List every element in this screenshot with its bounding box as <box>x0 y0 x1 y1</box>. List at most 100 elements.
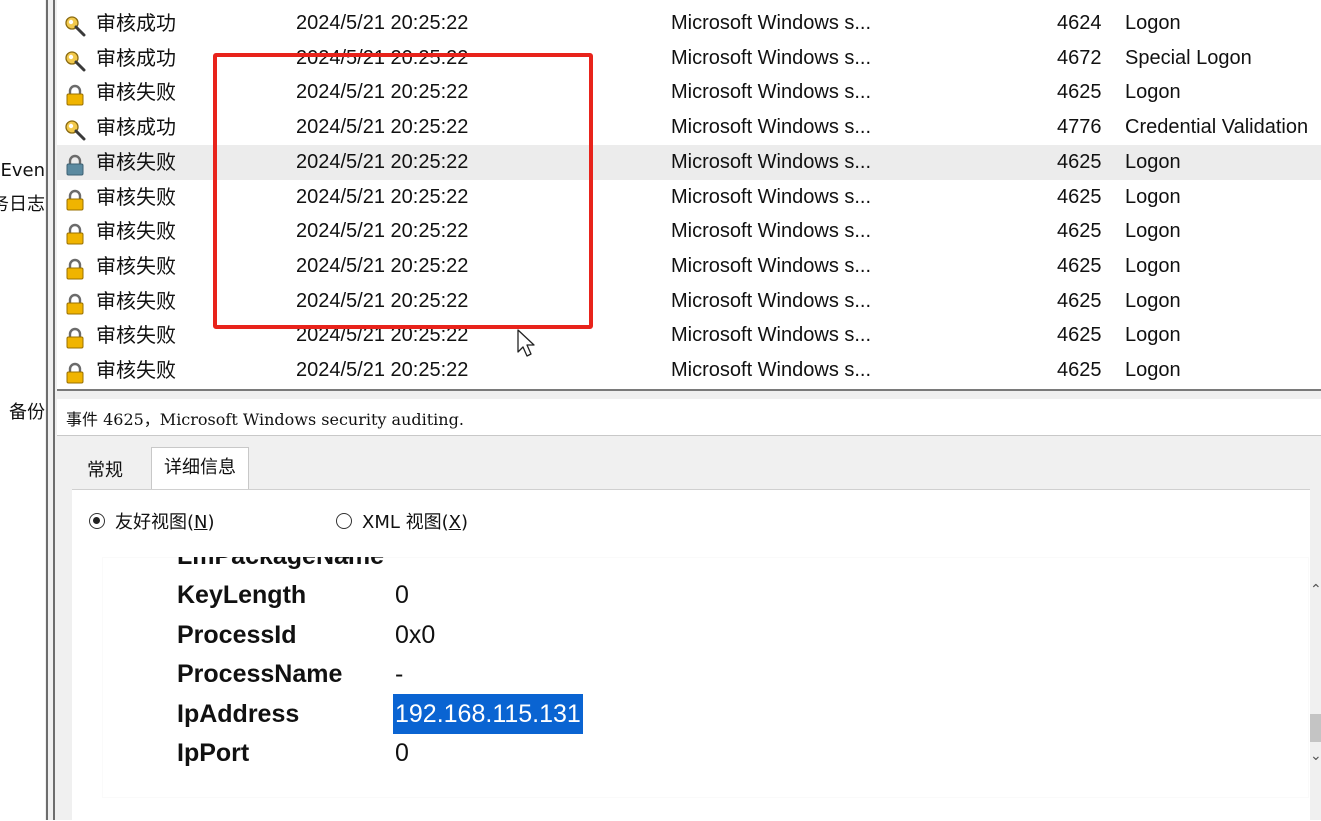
field-name: IpPort <box>177 739 250 767</box>
task-category-cell: Logon <box>1125 289 1181 312</box>
key-icon <box>64 13 86 37</box>
mouse-cursor-icon <box>517 329 535 357</box>
event-row[interactable]: 审核失败 2024/5/21 20:25:22 Microsoft Windows … <box>57 284 1321 319</box>
date-cell: 2024/5/21 20:25:22 <box>296 81 469 104</box>
event-detail-pane: 事件 4625，Microsoft Windows security audit… <box>57 399 1321 821</box>
nav-item[interactable]: Even <box>0 160 45 181</box>
date-cell: 2024/5/21 20:25:22 <box>296 185 469 208</box>
radio-checked-icon <box>89 513 105 529</box>
field-value[interactable]: - <box>395 654 403 694</box>
event-id-cell: 4672 <box>1057 46 1102 69</box>
event-id-cell: 4625 <box>1057 185 1102 208</box>
field-value[interactable]: 0 <box>395 575 409 615</box>
source-cell: Microsoft Windows s... <box>671 46 872 69</box>
tab-details[interactable]: 详细信息 <box>151 447 249 490</box>
detail-title: 事件 4625，Microsoft Windows security audit… <box>66 410 464 429</box>
event-row[interactable]: 审核失败 2024/5/21 20:25:22 Microsoft Windows … <box>57 318 1321 353</box>
keyword-cell: 审核失败 <box>96 149 176 174</box>
detail-header: 事件 4625，Microsoft Windows security audit… <box>57 399 1321 436</box>
key-icon <box>64 48 86 72</box>
date-cell: 2024/5/21 20:25:22 <box>296 220 469 243</box>
field-name: ProcessId <box>177 620 297 649</box>
radio-unchecked-icon <box>336 513 352 529</box>
event-row[interactable]: 审核成功 2024/5/21 20:25:22 Microsoft Windows … <box>57 110 1321 145</box>
event-id-cell: 4624 <box>1057 12 1102 34</box>
lock-icon <box>64 291 86 315</box>
task-category-cell: Credential Validation <box>1125 116 1309 139</box>
event-row[interactable]: 审核失败 2024/5/21 20:25:22 Microsoft Windows … <box>57 214 1321 249</box>
lock-icon <box>64 325 86 349</box>
key-icon <box>64 117 86 141</box>
field-name: ProcessName <box>177 660 343 688</box>
scroll-up-icon[interactable]: ⌃ <box>1310 581 1321 599</box>
lock-icon <box>64 82 86 106</box>
task-category-cell: Logon <box>1125 12 1181 34</box>
date-cell: 2024/5/21 20:25:22 <box>296 359 469 381</box>
keyword-cell: 审核成功 <box>96 115 176 140</box>
event-row[interactable]: 审核成功 2024/5/21 20:25:22 Microsoft Windows … <box>57 41 1321 76</box>
event-id-cell: 4625 <box>1057 220 1102 243</box>
details-tab-body: 友好视图(N) XML 视图(X) LmPackageName - KeyLen… <box>72 489 1321 821</box>
event-id-cell: 4625 <box>1057 359 1102 381</box>
source-cell: Microsoft Windows s... <box>671 254 872 277</box>
event-row[interactable]: 审核成功 2024/5/21 20:25:22 Microsoft Windows … <box>57 6 1321 41</box>
lock-icon <box>64 187 86 210</box>
event-list[interactable]: 审核成功 2024/5/21 20:25:22 Microsoft Windows … <box>57 0 1321 389</box>
keyword-cell: 审核成功 <box>96 45 176 70</box>
task-category-cell: Logon <box>1125 185 1181 208</box>
tab-general[interactable]: 常规 <box>75 451 135 491</box>
source-cell: Microsoft Windows s... <box>671 12 872 34</box>
date-cell: 2024/5/21 20:25:22 <box>296 46 469 69</box>
keyword-cell: 审核成功 <box>96 11 176 35</box>
task-category-cell: Logon <box>1125 324 1181 347</box>
event-id-cell: 4776 <box>1057 116 1102 139</box>
nav-item[interactable]: 备份 <box>9 398 45 424</box>
task-category-cell: Logon <box>1125 359 1181 381</box>
scroll-down-icon[interactable]: ⌄ <box>1310 747 1321 765</box>
event-row[interactable]: 审核失败 2024/5/21 20:25:22 Microsoft Windows … <box>57 353 1321 388</box>
date-cell: 2024/5/21 20:25:22 <box>296 324 469 347</box>
keyword-cell: 审核失败 <box>96 288 176 313</box>
keyword-cell: 审核失败 <box>96 80 176 105</box>
left-navigation-panel: Even 务日志 备份 <box>0 0 45 820</box>
event-id-cell: 4625 <box>1057 254 1102 277</box>
task-category-cell: Logon <box>1125 150 1181 173</box>
field-name: KeyLength <box>177 581 307 609</box>
event-id-cell: 4625 <box>1057 324 1102 347</box>
event-data-view[interactable]: LmPackageName - KeyLength0ProcessId0x0Pr… <box>102 557 1309 798</box>
event-row[interactable]: 审核失败 2024/5/21 20:25:22 Microsoft Windows … <box>57 75 1321 110</box>
vertical-splitter[interactable] <box>45 0 57 820</box>
scrollbar-thumb[interactable] <box>1310 714 1321 742</box>
keyword-cell: 审核失败 <box>96 253 176 278</box>
selected-field-value[interactable]: 192.168.115.131 <box>393 693 583 734</box>
event-row[interactable]: 审核失败 2024/5/21 20:25:22 Microsoft Windows … <box>57 249 1321 284</box>
source-cell: Microsoft Windows s... <box>671 185 872 208</box>
task-category-cell: Logon <box>1125 81 1181 104</box>
keyword-cell: 审核失败 <box>96 358 176 382</box>
source-cell: Microsoft Windows s... <box>671 289 872 312</box>
detail-scrollbar[interactable]: ⌃ ⌄ <box>1310 489 1321 820</box>
task-category-cell: Logon <box>1125 254 1181 277</box>
source-cell: Microsoft Windows s... <box>671 324 872 347</box>
task-category-cell: Logon <box>1125 220 1181 243</box>
event-id-cell: 4625 <box>1057 289 1102 312</box>
date-cell: 2024/5/21 20:25:22 <box>296 12 469 34</box>
task-category-cell: Special Logon <box>1125 46 1252 69</box>
event-row[interactable]: 审核失败 2024/5/21 20:25:22 Microsoft Windows … <box>57 144 1321 180</box>
date-cell: 2024/5/21 20:25:22 <box>296 254 469 277</box>
field-value[interactable]: 0x0 <box>395 615 435 655</box>
lock-icon <box>64 360 86 384</box>
source-cell: Microsoft Windows s... <box>671 359 872 381</box>
event-id-cell: 4625 <box>1057 150 1102 173</box>
event-row[interactable]: 审核失败 2024/5/21 20:25:22 Microsoft Windows … <box>57 180 1321 215</box>
keyword-cell: 审核失败 <box>96 184 176 209</box>
source-cell: Microsoft Windows s... <box>671 81 872 104</box>
lock-icon <box>64 256 86 280</box>
field-value[interactable]: 0 <box>395 733 409 773</box>
source-cell: Microsoft Windows s... <box>671 220 872 243</box>
source-cell: Microsoft Windows s... <box>671 116 872 139</box>
lock-icon <box>64 221 86 245</box>
date-cell: 2024/5/21 20:25:22 <box>296 150 469 173</box>
field-name: IpAddress <box>177 699 300 728</box>
nav-item[interactable]: 务日志 <box>0 190 45 216</box>
